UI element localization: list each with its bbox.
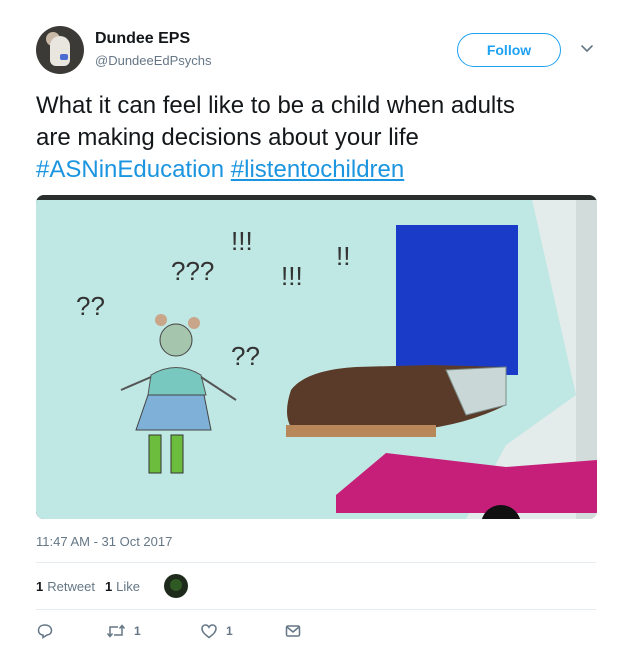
tweet-text: What it can feel like to be a child when…	[36, 90, 596, 186]
tweet-text-line-2: are making decisions about your life	[36, 124, 419, 151]
photo-drawing: ?? ??? ?? !!! !!! !!	[36, 195, 597, 519]
hashtag-link[interactable]: #ASNinEducation	[36, 156, 224, 183]
retweet-stat-label: Retweet	[47, 578, 95, 594]
like-stat[interactable]: 1 Like	[105, 579, 140, 594]
divider	[36, 562, 596, 563]
retweet-stat[interactable]: 1 Retweet	[36, 579, 95, 594]
svg-text:!!!: !!!	[231, 226, 253, 256]
svg-text:!!!: !!!	[281, 261, 303, 291]
follow-button[interactable]: Follow	[457, 33, 561, 67]
tweet-header: Dundee EPS @DundeeEdPsychs Follow	[36, 24, 606, 80]
user-handle[interactable]: @DundeeEdPsychs	[95, 53, 212, 68]
tweet-text-line-1: What it can feel like to be a child when…	[36, 92, 515, 119]
divider	[36, 609, 596, 610]
tweet-photo[interactable]: ?? ??? ?? !!! !!! !!	[36, 195, 597, 519]
tweet-timestamp[interactable]: 11:47 AM - 31 Oct 2017	[36, 534, 172, 549]
svg-text:!!: !!	[336, 241, 350, 271]
direct-message-button[interactable]	[284, 622, 302, 640]
retweet-stat-count: 1	[36, 578, 44, 594]
like-stat-label: Like	[116, 578, 141, 594]
user-name[interactable]: Dundee EPS	[95, 30, 190, 48]
avatar[interactable]	[36, 26, 84, 74]
like-button[interactable]: 1	[200, 622, 284, 640]
retweet-count: 1	[134, 624, 141, 638]
tweet-stats: 1 Retweet 1 Like	[36, 571, 189, 601]
svg-text:??: ??	[76, 291, 105, 321]
like-count: 1	[226, 624, 233, 638]
retweet-icon	[106, 624, 126, 638]
like-stat-count: 1	[104, 578, 113, 594]
tweet-actions: 1 1	[36, 620, 302, 642]
reply-icon	[37, 624, 53, 639]
message-icon	[285, 625, 301, 637]
retweet-button[interactable]: 1	[106, 622, 200, 640]
reply-button[interactable]	[36, 622, 106, 640]
liker-avatar[interactable]	[164, 574, 189, 598]
chevron-down-icon[interactable]	[580, 42, 594, 56]
heart-icon	[201, 624, 217, 639]
hashtag-link[interactable]: #listentochildren	[231, 156, 404, 183]
svg-text:???: ???	[171, 256, 214, 286]
svg-text:??: ??	[231, 341, 260, 371]
